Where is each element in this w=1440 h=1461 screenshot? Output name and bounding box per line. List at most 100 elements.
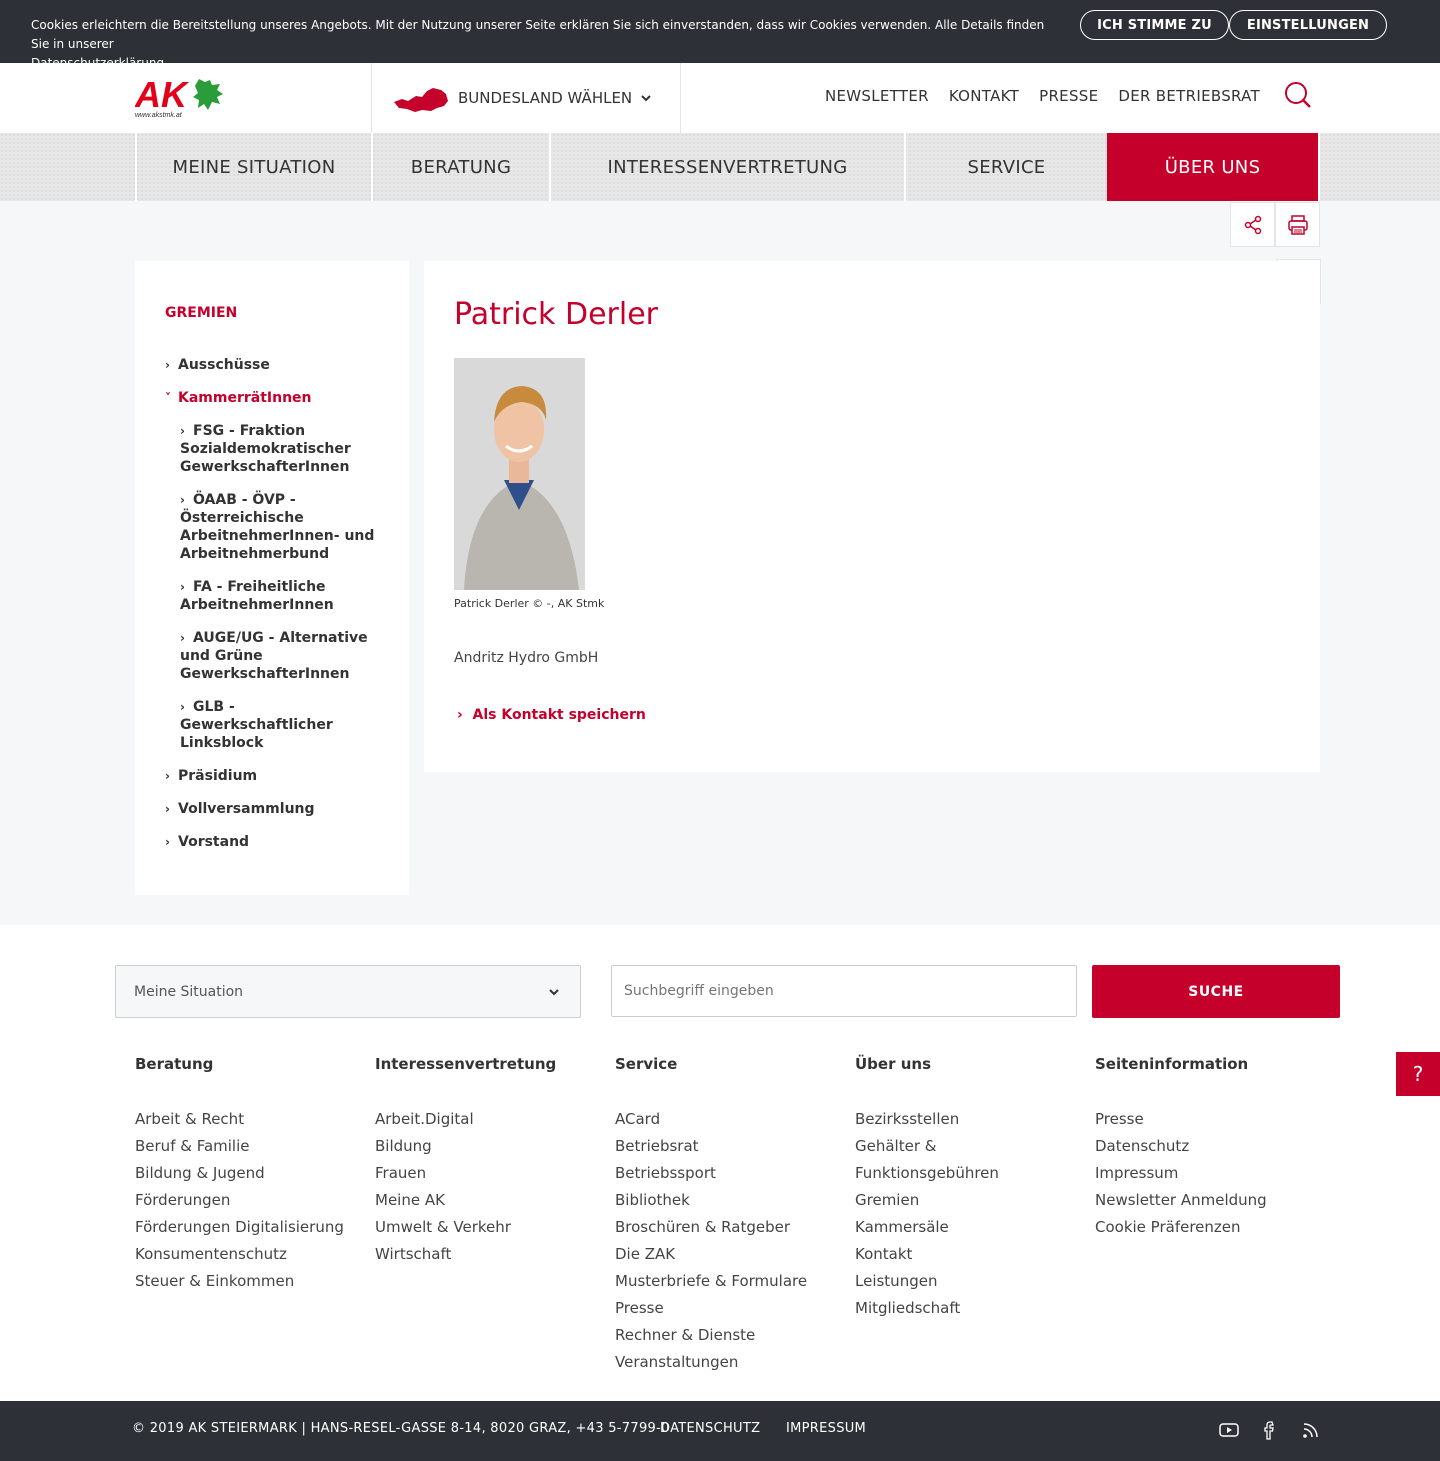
cookie-settings-button[interactable]: EINSTELLUNGEN: [1229, 10, 1387, 40]
sidebar-item-oeaab[interactable]: › ÖAAB - ÖVP - Österreichische Arbeitnehm…: [180, 491, 380, 563]
sidebar-item-praesidium[interactable]: › Präsidium: [165, 767, 257, 785]
footer-link[interactable]: Konsumentenschutz: [135, 1241, 365, 1268]
footer-link[interactable]: Gehälter &: [855, 1133, 1085, 1160]
chevron-right-icon: ›: [180, 424, 185, 438]
nav-betriebsrat[interactable]: DER BETRIEBSRAT: [1118, 87, 1260, 105]
footer-link[interactable]: Meine AK: [375, 1187, 605, 1214]
footer-column-beratung: Beratung Arbeit & Recht Beruf & Familie …: [135, 1055, 365, 1295]
footer-link[interactable]: Die ZAK: [615, 1241, 845, 1268]
main-navigation: MEINE SITUATION BERATUNG INTERESSENVERTR…: [0, 133, 1440, 201]
sidebar-title: GREMIEN: [165, 305, 238, 321]
chevron-down-icon: ˅: [165, 391, 171, 405]
footer-link[interactable]: Musterbriefe & Formulare: [615, 1268, 845, 1295]
nav-newsletter[interactable]: NEWSLETTER: [825, 87, 929, 105]
footer-link[interactable]: Mitgliedschaft: [855, 1295, 1085, 1322]
footer-link[interactable]: Kontakt: [855, 1241, 1085, 1268]
mainnav-interessenvertretung[interactable]: INTERESSENVERTRETUNG: [549, 133, 904, 201]
facebook-icon[interactable]: [1259, 1419, 1281, 1441]
footer-column-interessenvertretung: Interessenvertretung Arbeit.Digital Bild…: [375, 1055, 605, 1268]
sidebar-item-glb[interactable]: › GLB - Gewerkschaftlicher Linksblock: [180, 698, 380, 752]
footer-link[interactable]: Leistungen: [855, 1268, 1085, 1295]
footer-link[interactable]: Rechner & Dienste: [615, 1322, 845, 1349]
print-button[interactable]: [1275, 202, 1320, 247]
footer-link[interactable]: Gremien: [855, 1187, 1085, 1214]
chevron-right-icon: ›: [165, 802, 170, 816]
mainnav-beratung[interactable]: BERATUNG: [371, 133, 549, 201]
help-button[interactable]: ?: [1396, 1052, 1440, 1096]
sidebar-item-label: Vorstand: [178, 834, 250, 850]
bottom-link-impressum[interactable]: IMPRESSUM: [786, 1421, 866, 1436]
situation-select[interactable]: Meine Situation: [115, 965, 581, 1018]
footer-link[interactable]: Steuer & Einkommen: [135, 1268, 365, 1295]
mainnav-divider: [1318, 133, 1320, 201]
sidebar-item-kammerraetinnen[interactable]: ˅ KammerrätInnen: [165, 389, 312, 407]
share-button[interactable]: [1230, 202, 1275, 247]
sidebar: GREMIEN › Ausschüsse ˅ KammerrätInnen › FSG…: [135, 261, 409, 895]
footer-link[interactable]: Umwelt & Verkehr: [375, 1214, 605, 1241]
footer-link[interactable]: Broschüren & Ratgeber: [615, 1214, 845, 1241]
footer-link[interactable]: Arbeit & Recht: [135, 1106, 365, 1133]
search-button[interactable]: SUCHE: [1092, 965, 1340, 1018]
footer-link[interactable]: Presse: [1095, 1106, 1325, 1133]
sidebar-item-label: FA - Freiheitliche ArbeitnehmerInnen: [180, 579, 334, 613]
footer-column-title: Über uns: [855, 1055, 931, 1073]
footer-column-title: Interessenvertretung: [375, 1055, 557, 1073]
mainnav-service[interactable]: SERVICE: [904, 133, 1107, 201]
austria-map-icon: [394, 88, 448, 112]
nav-presse[interactable]: PRESSE: [1039, 87, 1098, 105]
footer-link[interactable]: Arbeit.Digital: [375, 1106, 605, 1133]
footer-link[interactable]: Frauen: [375, 1160, 605, 1187]
footer-column-service: Service ACard Betriebsrat Betriebssport …: [615, 1055, 845, 1376]
footer-link[interactable]: Veranstaltungen: [615, 1349, 845, 1376]
rss-icon[interactable]: [1300, 1419, 1322, 1441]
search-input[interactable]: [611, 965, 1077, 1017]
portrait-image: [454, 358, 585, 590]
logo-text: AK: [135, 75, 190, 115]
save-contact-link[interactable]: › Als Kontakt speichern: [457, 707, 646, 723]
ak-logo[interactable]: AK www.akstmk.at: [135, 75, 231, 119]
bundesland-selector[interactable]: BUNDESLAND WÄHLEN: [392, 82, 652, 114]
footer-link[interactable]: Förderungen: [135, 1187, 365, 1214]
sidebar-item-vorstand[interactable]: › Vorstand: [165, 833, 249, 851]
footer-link[interactable]: Datenschutz: [1095, 1133, 1325, 1160]
footer-link[interactable]: Betriebsrat: [615, 1133, 845, 1160]
footer-link[interactable]: Presse: [615, 1295, 845, 1322]
bottom-link-datenschutz[interactable]: DATENSCHUTZ: [660, 1421, 760, 1436]
sidebar-item-ausschuesse[interactable]: › Ausschüsse: [165, 356, 270, 374]
footer-link[interactable]: Bezirksstellen: [855, 1106, 1085, 1133]
sidebar-item-fsg[interactable]: › FSG - Fraktion Sozialdemokratischer Gew…: [180, 422, 380, 476]
footer-link[interactable]: Newsletter Anmeldung: [1095, 1187, 1325, 1214]
footer-link[interactable]: Bibliothek: [615, 1187, 845, 1214]
cookie-message: Cookies erleichtern die Bereitstellung u…: [31, 18, 1045, 51]
photo-caption: Patrick Derler © -, AK Stmk: [454, 597, 605, 610]
footer-link[interactable]: Wirtschaft: [375, 1241, 605, 1268]
search-icon[interactable]: [1284, 81, 1312, 109]
chevron-right-icon: ›: [165, 358, 170, 372]
youtube-icon[interactable]: [1218, 1419, 1240, 1441]
footer-link[interactable]: Cookie Präferenzen: [1095, 1214, 1325, 1241]
footer-link[interactable]: Förderungen Digitalisierung: [135, 1214, 365, 1241]
footer-link[interactable]: ACard: [615, 1106, 845, 1133]
mainnav-ueber-uns[interactable]: ÜBER UNS: [1107, 133, 1318, 201]
footer-link[interactable]: Kammersäle: [855, 1214, 1085, 1241]
footer: Meine Situation SUCHE Beratung Arbeit & …: [0, 925, 1440, 1401]
sidebar-item-auge[interactable]: › AUGE/UG - Alternative und Grüne Gewerks…: [180, 629, 380, 683]
footer-link[interactable]: Impressum: [1095, 1160, 1325, 1187]
sidebar-item-vollversammlung[interactable]: › Vollversammlung: [165, 800, 315, 818]
portrait-photo: [454, 358, 585, 590]
footer-link[interactable]: Beruf & Familie: [135, 1133, 365, 1160]
sidebar-item-fa[interactable]: › FA - Freiheitliche ArbeitnehmerInnen: [180, 578, 380, 614]
footer-column-ueber-uns: Über uns Bezirksstellen Gehälter & Funkt…: [855, 1055, 1085, 1322]
footer-link[interactable]: Funktionsgebühren: [855, 1160, 1085, 1187]
site-header: AK www.akstmk.at BUNDESLAND WÄHLEN NEWSL…: [0, 63, 1440, 133]
footer-link[interactable]: Betriebssport: [615, 1160, 845, 1187]
chevron-right-icon: ›: [180, 493, 185, 507]
footer-link[interactable]: Bildung & Jugend: [135, 1160, 365, 1187]
footer-link[interactable]: Bildung: [375, 1133, 605, 1160]
chevron-down-icon: [641, 95, 651, 102]
chevron-right-icon: ›: [180, 700, 185, 714]
company-name: Andritz Hydro GmbH: [454, 650, 599, 666]
cookie-agree-button[interactable]: ICH STIMME ZU: [1080, 10, 1229, 40]
nav-kontakt[interactable]: KONTAKT: [949, 87, 1019, 105]
mainnav-meine-situation[interactable]: MEINE SITUATION: [135, 133, 371, 201]
